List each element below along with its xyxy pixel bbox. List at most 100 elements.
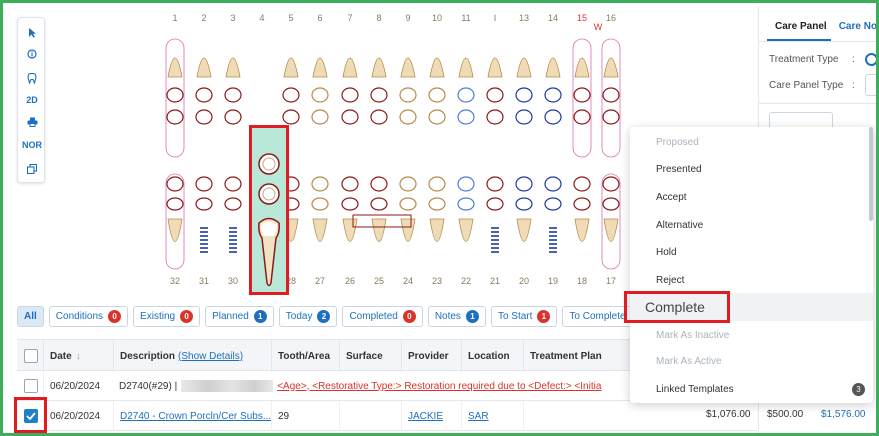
procedure-link[interactable]: D2740 - Crown Porcln/Cer Subs... [120, 411, 271, 422]
tooth[interactable] [224, 57, 242, 253]
select-all-checkbox-cell [17, 340, 43, 372]
care-panel-type-colon: : [852, 80, 855, 91]
menu-scrollbar[interactable] [869, 127, 873, 221]
view-2d-button[interactable]: 2D [18, 90, 46, 110]
filter-count-badge: 1 [465, 310, 479, 323]
tooth[interactable] [311, 57, 329, 242]
row-clinical-note[interactable]: <Age>, <Restorative Type:> Restoration r… [277, 381, 601, 392]
menu-item-linked-templates[interactable]: Linked Templates 3 [630, 376, 873, 402]
tab-care-panel[interactable]: Care Panel [767, 21, 831, 41]
filter-count-badge: 1 [253, 310, 267, 323]
menu-item-mark-as-active: Mark As Active [630, 348, 873, 374]
nor-button[interactable]: NOR [18, 135, 46, 155]
filter-count-badge: 0 [108, 310, 122, 323]
menu-item-proposed: Proposed [630, 129, 873, 155]
table-row[interactable]: 06/20/2024 D2740 - Crown Porcln/Cer Subs… [17, 401, 757, 431]
col-provider: Provider [401, 340, 461, 372]
menu-item-accept[interactable]: Accept [630, 184, 873, 210]
copy-icon[interactable] [18, 159, 46, 179]
filter-label: Planned [212, 311, 249, 322]
filter-label: Completed [349, 311, 398, 322]
location-link[interactable]: SAR [468, 411, 489, 422]
tooth[interactable] [573, 57, 591, 242]
menu-item-label: Mark As Active [656, 355, 722, 367]
care-panel-type-select[interactable] [865, 74, 876, 96]
filter-completed[interactable]: Completed 0 [342, 306, 423, 327]
filter-label: To Start [497, 311, 533, 322]
row-tooth: 29 [271, 401, 339, 431]
col-date[interactable]: Date ↓ [43, 340, 113, 372]
tooth[interactable] [457, 57, 475, 242]
menu-item-label: Reject [656, 274, 685, 286]
filter-today[interactable]: Today 2 [278, 306, 338, 327]
row-surface [339, 401, 401, 431]
tab-care-notes[interactable]: Care Not [831, 21, 876, 41]
menu-item-label: Mark As Inactive [656, 329, 730, 341]
tooth[interactable] [341, 57, 359, 242]
filter-label: All [24, 311, 37, 322]
menu-item-label: Hold [656, 246, 677, 258]
filter-label: To Complete [569, 311, 626, 322]
redacted-text [181, 380, 274, 392]
col-location: Location [461, 340, 523, 372]
tooth[interactable] [428, 57, 446, 242]
chart-toolbar: 2D NOR [17, 17, 45, 183]
filter-count-badge: 2 [317, 310, 331, 323]
filter-label: Conditions [55, 311, 104, 322]
selected-tooth-29[interactable] [249, 125, 289, 295]
row-checkbox[interactable] [24, 379, 38, 393]
treatment-type-radio[interactable] [865, 53, 876, 66]
complete-highlight [624, 291, 730, 323]
tooth[interactable] [602, 57, 620, 242]
sort-down-icon: ↓ [75, 350, 81, 362]
select-all-checkbox[interactable] [24, 349, 38, 363]
tooth[interactable] [544, 57, 562, 253]
filter-count-badge: 1 [537, 310, 551, 323]
menu-item-count-badge: 3 [852, 382, 865, 396]
tooth[interactable] [166, 57, 184, 242]
tooth[interactable] [486, 57, 504, 253]
filter-bar: All Conditions 0 Existing 0 Planned 1 Today 2 Com… [17, 306, 651, 328]
menu-item-presented[interactable]: Presented [630, 156, 873, 182]
show-details-link[interactable]: (Show Details) [178, 351, 243, 362]
filter-count-badge: 0 [402, 310, 416, 323]
filter-existing[interactable]: Existing 0 [133, 306, 201, 327]
row-description: D2740 - Crown Porcln/Cer Subs... [113, 401, 271, 431]
filter-planned[interactable]: Planned 1 [205, 306, 274, 327]
menu-item-reject[interactable]: Reject [630, 267, 873, 293]
filter-label: Notes [434, 311, 461, 322]
menu-item-label: Proposed [656, 136, 699, 148]
tooth[interactable] [195, 57, 213, 253]
treatment-type-label: Treatment Type [769, 54, 839, 65]
filter-count-badge: 0 [180, 310, 194, 323]
menu-item-label: Accept [656, 191, 687, 203]
col-tooth-area: Tooth/Area [271, 340, 339, 372]
tooth-icon[interactable] [18, 68, 46, 88]
menu-item-label: Alternative [656, 219, 704, 231]
menu-item-label: Presented [656, 163, 702, 175]
menu-item-label: Linked Templates [656, 383, 734, 395]
col-date-label: Date [50, 350, 72, 362]
row-description-text: D2740(#29) | [119, 380, 178, 392]
filter-all[interactable]: All [17, 306, 44, 327]
menu-item-hold[interactable]: Hold [630, 239, 873, 265]
tooth[interactable] [399, 57, 417, 242]
col-surface: Surface [339, 340, 401, 372]
tooth[interactable] [370, 57, 388, 242]
row-provider: JACKIE [401, 401, 461, 431]
col-treatment-plan: Treatment Plan [523, 340, 623, 372]
menu-item-alternative[interactable]: Alternative [630, 212, 873, 238]
row-insurance: $500.00 [767, 409, 804, 420]
row-date: 06/20/2024 [43, 371, 113, 401]
provider-link[interactable]: JACKIE [408, 411, 443, 422]
panel-divider [759, 103, 876, 104]
filter-notes[interactable]: Notes 1 [427, 306, 486, 327]
treatment-type-colon: : [852, 54, 855, 65]
cursor-icon[interactable] [18, 22, 46, 42]
filter-conditions[interactable]: Conditions 0 [48, 306, 129, 327]
info-icon[interactable] [18, 44, 46, 64]
tooth[interactable] [515, 57, 533, 242]
col-description: Description (Show Details) [113, 340, 271, 372]
print-icon[interactable] [18, 112, 46, 132]
filter-to-start[interactable]: To Start 1 [490, 306, 558, 327]
